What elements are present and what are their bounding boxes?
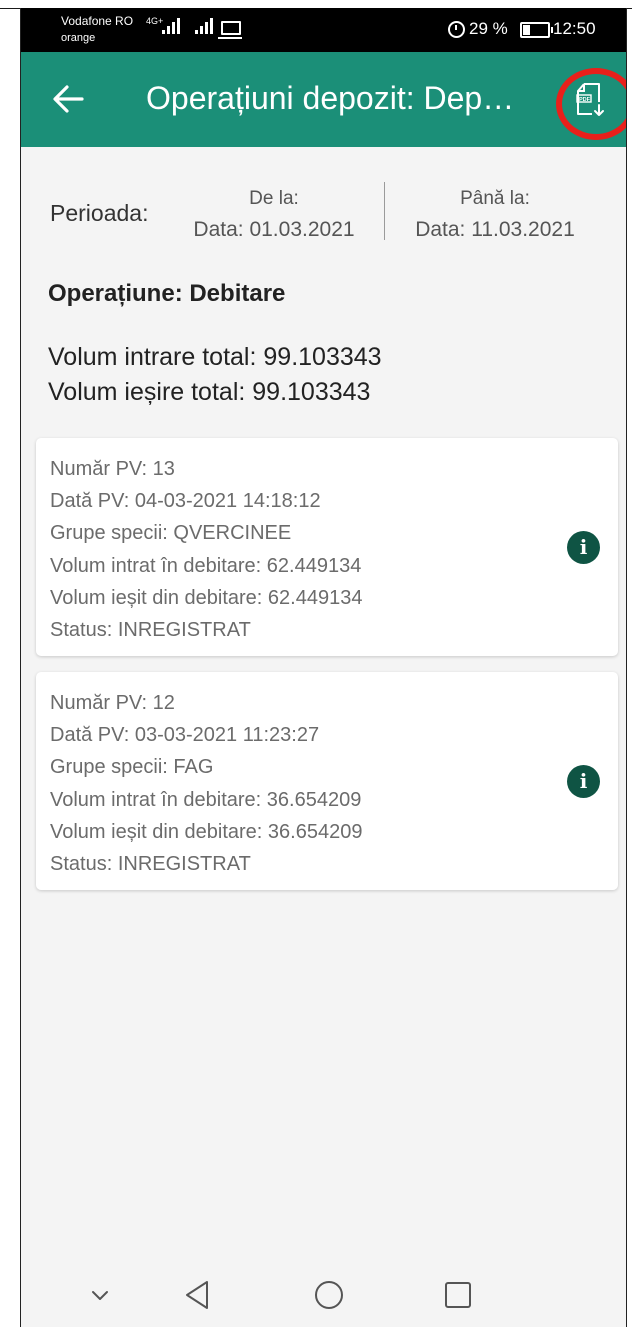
species-group: Grupe specii: FAG xyxy=(50,756,214,778)
network-type-badge: 4G+ xyxy=(146,16,164,26)
period-label: Perioada: xyxy=(50,200,149,226)
app-toolbar: Operațiuni depozit: Dep… PDF xyxy=(21,52,626,147)
arrow-left-icon[interactable] xyxy=(51,82,85,116)
status-bar: Vodafone RO 4G+ orange 29 % 12:50 xyxy=(21,8,626,52)
date-from-title: De la: xyxy=(249,188,299,209)
alarm-icon xyxy=(448,21,465,38)
total-volume-out: Volum ieșire total: 99.103343 xyxy=(48,378,371,406)
pv-number: Număr PV: 13 xyxy=(50,458,175,480)
square-recents-icon[interactable] xyxy=(441,1278,475,1312)
frame-border-right xyxy=(626,8,627,1327)
signal-icon xyxy=(195,18,213,34)
record-status: Status: INREGISTRAT xyxy=(50,619,251,641)
battery-icon xyxy=(520,22,553,38)
total-volume-in: Volum intrare total: 99.103343 xyxy=(48,343,382,371)
system-nav-bar xyxy=(21,1258,626,1327)
volume-in: Volum intrat în debitare: 62.449134 xyxy=(50,555,362,577)
carrier-primary: Vodafone RO xyxy=(61,14,134,28)
operation-label: Operațiune: Debitare xyxy=(48,280,286,307)
record-card[interactable]: Număr PV: 13 Dată PV: 04-03-2021 14:18:1… xyxy=(36,438,618,656)
carrier-secondary: orange xyxy=(61,32,96,44)
page-title: Operațiuni depozit: Dep… xyxy=(146,80,515,116)
record-status: Status: INREGISTRAT xyxy=(50,853,251,875)
date-from-field[interactable]: Data: 01.03.2021 xyxy=(182,218,366,242)
volume-in: Volum intrat în debitare: 36.654209 xyxy=(50,789,362,811)
info-icon[interactable]: i xyxy=(567,531,600,564)
date-to-title: Până la: xyxy=(460,188,530,209)
highlight-circle-annotation xyxy=(556,68,626,140)
species-group: Grupe specii: QVERCINEE xyxy=(50,522,292,544)
pv-date: Dată PV: 03-03-2021 11:23:27 xyxy=(50,724,320,746)
chevron-down-icon[interactable] xyxy=(83,1278,117,1312)
laptop-icon xyxy=(218,21,242,39)
pv-date: Dată PV: 04-03-2021 14:18:12 xyxy=(50,490,321,512)
phone-screen: Vodafone RO 4G+ orange 29 % 12:50 Operaț… xyxy=(21,8,626,1327)
date-to-field[interactable]: Data: 11.03.2021 xyxy=(403,218,587,242)
signal-icon xyxy=(162,18,180,34)
status-clock: 12:50 xyxy=(553,19,596,38)
volume-out: Volum ieșit din debitare: 36.654209 xyxy=(50,821,363,843)
record-card[interactable]: Număr PV: 12 Dată PV: 03-03-2021 11:23:2… xyxy=(36,672,618,890)
page: Vodafone RO 4G+ orange 29 % 12:50 Operaț… xyxy=(0,0,632,1327)
pv-number: Număr PV: 12 xyxy=(50,692,175,714)
info-icon[interactable]: i xyxy=(567,765,600,798)
circle-home-icon[interactable] xyxy=(312,1278,346,1312)
triangle-back-icon[interactable] xyxy=(181,1278,215,1312)
volume-out: Volum ieșit din debitare: 62.449134 xyxy=(50,587,363,609)
period-divider xyxy=(384,182,385,240)
battery-percentage: 29 % xyxy=(469,19,508,38)
